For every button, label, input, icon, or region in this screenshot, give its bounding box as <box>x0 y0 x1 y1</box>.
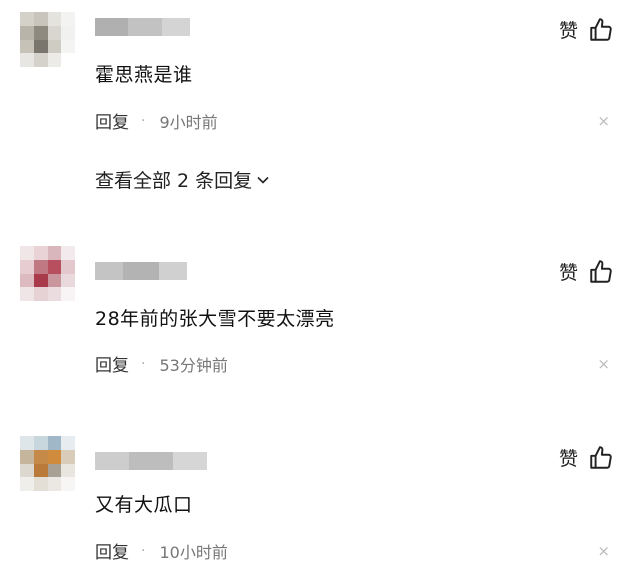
username-blurred <box>95 18 190 36</box>
reply-button[interactable]: 回复 <box>95 108 129 133</box>
reply-button[interactable]: 回复 <box>95 351 129 376</box>
close-icon[interactable]: × <box>597 542 610 560</box>
avatar[interactable] <box>20 246 75 301</box>
chevron-down-icon <box>257 176 269 184</box>
comment-time: 9小时前 <box>159 112 218 132</box>
like-label: 赞 <box>558 262 578 284</box>
thumbs-up-icon <box>590 445 612 469</box>
comment-time: 53分钟前 <box>159 355 228 375</box>
view-all-replies-label: 查看全部 2 条回复 <box>95 170 253 192</box>
separator-dot: · <box>141 355 146 372</box>
separator-dot: · <box>141 542 146 559</box>
reply-button[interactable]: 回复 <box>95 538 129 563</box>
username-blurred <box>95 452 207 470</box>
comment-text: 又有大瓜口 <box>95 494 193 516</box>
thumbs-up-icon <box>590 259 612 283</box>
close-icon[interactable]: × <box>597 355 610 373</box>
comment-text: 28年前的张大雪不要太漂亮 <box>95 308 335 330</box>
comment-time: 10小时前 <box>159 542 228 562</box>
like-button[interactable]: 赞 <box>559 258 614 285</box>
view-all-replies-button[interactable]: 查看全部 2 条回复 <box>95 166 270 193</box>
like-label: 赞 <box>558 448 578 470</box>
comment-meta: 回复 · 10小时前 <box>95 538 228 564</box>
username-blurred <box>95 262 187 280</box>
thumbs-up-icon <box>590 17 612 41</box>
like-label: 赞 <box>558 20 578 42</box>
close-icon[interactable]: × <box>597 112 610 130</box>
separator-dot: · <box>141 112 146 129</box>
comment-meta: 回复 · 9小时前 <box>95 108 218 134</box>
like-button[interactable]: 赞 <box>559 444 614 471</box>
avatar[interactable] <box>20 436 75 491</box>
comment-meta: 回复 · 53分钟前 <box>95 351 228 377</box>
like-button[interactable]: 赞 <box>559 16 614 43</box>
avatar[interactable] <box>20 12 75 67</box>
comment-text: 霍思燕是谁 <box>95 64 193 86</box>
